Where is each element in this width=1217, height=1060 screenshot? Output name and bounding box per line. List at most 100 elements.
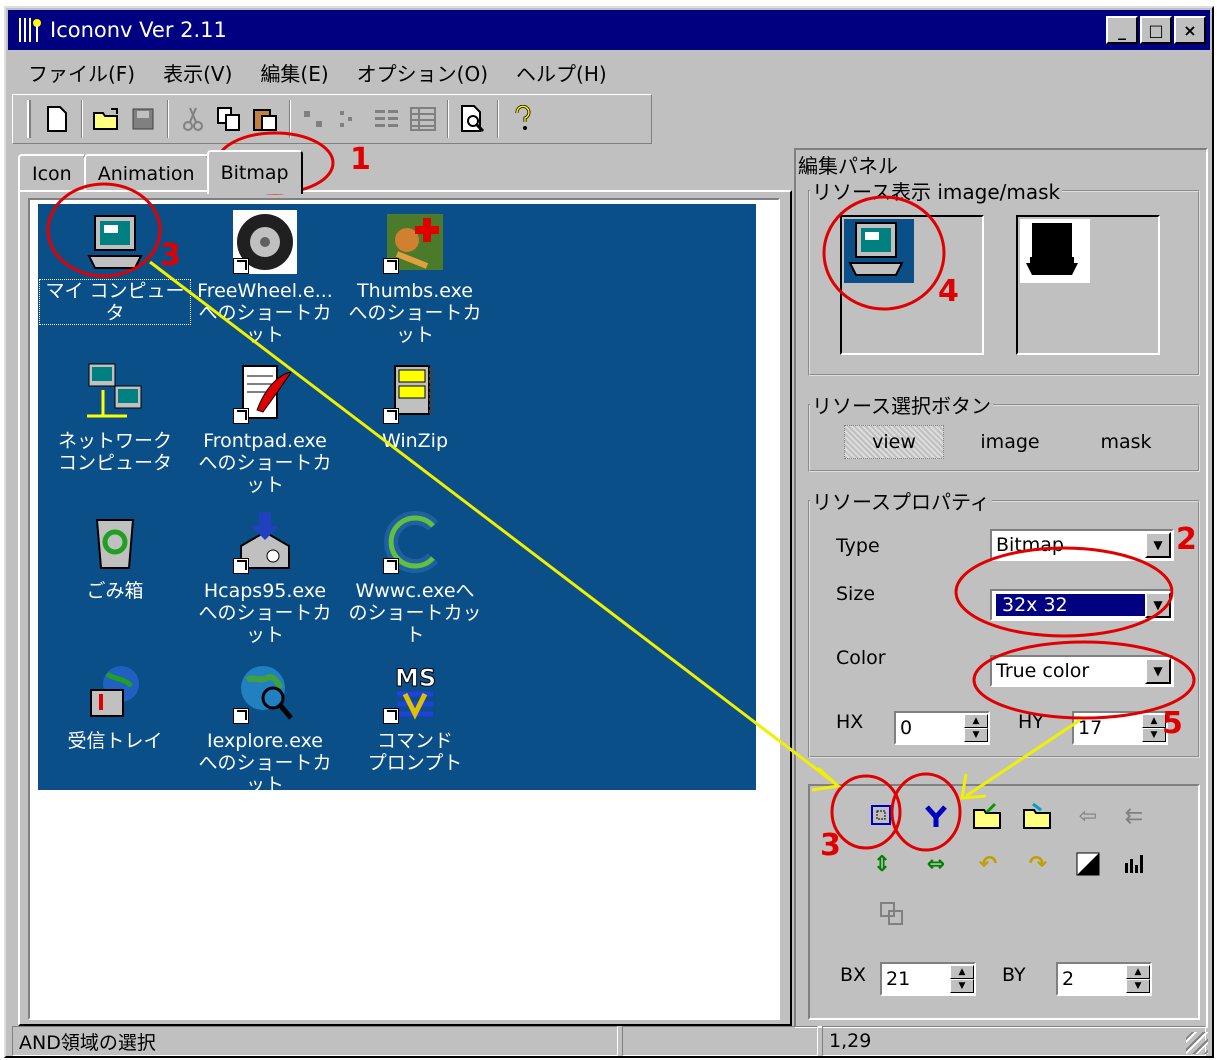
spin-down-icon[interactable]: ▼ xyxy=(950,979,974,993)
mask-silhouette-icon xyxy=(1020,219,1090,283)
hx-label: HX xyxy=(836,711,864,733)
desktop-icon[interactable]: WinZip xyxy=(340,360,490,452)
color-select[interactable]: True color ▼ xyxy=(990,655,1174,687)
spin-up-icon[interactable]: ▲ xyxy=(1126,965,1150,979)
bx-spinner[interactable]: 21 ▲ ▼ xyxy=(880,962,976,996)
menu-view[interactable]: 表示(V) xyxy=(149,58,246,87)
title-bar[interactable]: Icononv Ver 2.11 _ □ × xyxy=(8,10,1210,50)
save-icon[interactable] xyxy=(125,101,161,137)
details-icon[interactable] xyxy=(405,101,441,137)
list-icon[interactable] xyxy=(369,101,405,137)
msdos-icon: MS xyxy=(383,660,447,724)
tools-group: ⇦ ⇇ ⇕ ⇔ ↶ ↷ BX 21 ▲ ▼ BY 2 ▲ ▼ xyxy=(808,784,1200,1020)
annotation-number: 3 xyxy=(820,828,841,863)
rotate-left-icon[interactable]: ↶ xyxy=(970,846,1006,882)
thumbs-icon xyxy=(383,210,447,274)
hx-spinner[interactable]: 0 ▲ ▼ xyxy=(894,711,990,745)
menu-bar: ファイル(F) 表示(V) 編集(E) オプション(O) ヘルプ(H) xyxy=(14,54,621,90)
app-window: Icononv Ver 2.11 _ □ × ファイル(F) 表示(V) 編集(… xyxy=(4,6,1214,1058)
load-image-icon[interactable] xyxy=(970,798,1006,834)
mask-button[interactable]: mask xyxy=(1076,425,1176,459)
winzip-icon xyxy=(383,360,447,424)
histogram-icon[interactable] xyxy=(1116,846,1152,882)
double-arrow-left-icon[interactable]: ⇇ xyxy=(1116,798,1152,834)
desktop-icon[interactable]: 受信トレイ xyxy=(40,660,190,752)
desktop-icon[interactable]: ネットワーク コンピュータ xyxy=(40,360,190,474)
wheel-icon xyxy=(233,210,297,274)
toolbar xyxy=(12,94,652,144)
large-icons-icon[interactable] xyxy=(297,101,333,137)
help-icon[interactable] xyxy=(505,101,541,137)
desktop-icon[interactable]: Frontpad.exe へのショートカット xyxy=(190,360,340,496)
annotation-number: 1 xyxy=(350,142,371,177)
image-preview[interactable] xyxy=(840,215,984,355)
maximize-button[interactable]: □ xyxy=(1140,16,1172,44)
menu-help[interactable]: ヘルプ(H) xyxy=(502,58,621,87)
copy-layer-icon[interactable] xyxy=(874,896,910,932)
tab-page: マイ コンピュータ FreeWheel.e... へのショートカット Thumb… xyxy=(18,190,792,1026)
desktop-capture: マイ コンピュータ FreeWheel.e... へのショートカット Thumb… xyxy=(38,204,756,796)
desktop-icon[interactable]: MS コマンド プロンプト xyxy=(340,660,490,775)
by-spinner[interactable]: 2 ▲ ▼ xyxy=(1056,962,1152,996)
flip-horizontal-icon[interactable]: ⇔ xyxy=(918,846,954,882)
open-folder-icon[interactable] xyxy=(89,101,125,137)
new-file-icon[interactable] xyxy=(39,101,75,137)
edit-panel-title: 編集パネル xyxy=(798,154,898,178)
desktop-icon[interactable]: Iexplore.exe へのショートカット xyxy=(190,660,340,796)
arrow-left-icon[interactable]: ⇦ xyxy=(1070,798,1106,834)
invert-icon[interactable] xyxy=(1070,846,1106,882)
menu-edit[interactable]: 編集(E) xyxy=(246,58,342,87)
toolbar-grip[interactable] xyxy=(27,100,31,138)
close-button[interactable]: × xyxy=(1174,16,1206,44)
fork-app-icon[interactable] xyxy=(14,15,44,45)
chevron-down-icon[interactable]: ▼ xyxy=(1145,658,1171,684)
spin-up-icon[interactable]: ▲ xyxy=(950,965,974,979)
icon-list-view[interactable]: マイ コンピュータ FreeWheel.e... へのショートカット Thumb… xyxy=(28,198,780,1020)
fill-icon[interactable] xyxy=(918,798,954,834)
select-area-icon[interactable] xyxy=(864,798,900,834)
desktop-icon[interactable]: FreeWheel.e... へのショートカット xyxy=(190,210,340,346)
status-message: AND領域の選択 xyxy=(12,1026,618,1056)
color-label: Color xyxy=(836,647,886,669)
resource-view-group: リソース表示 image/mask xyxy=(808,176,1200,376)
small-icons-icon[interactable] xyxy=(333,101,369,137)
flip-vertical-icon[interactable]: ⇕ xyxy=(864,846,900,882)
chevron-down-icon[interactable]: ▼ xyxy=(1145,592,1171,618)
tab-bitmap[interactable]: Bitmap xyxy=(206,150,303,194)
tab-animation[interactable]: Animation xyxy=(83,154,209,192)
size-select[interactable]: 32x 32 ▼ xyxy=(990,589,1174,621)
cut-icon[interactable] xyxy=(175,101,211,137)
image-button[interactable]: image xyxy=(960,425,1060,459)
hy-spinner[interactable]: 17 ▲ ▼ xyxy=(1072,711,1168,745)
resize-grip[interactable] xyxy=(1186,1032,1208,1054)
tab-icon[interactable]: Icon xyxy=(18,154,86,192)
menu-options[interactable]: オプション(O) xyxy=(343,58,502,87)
chevron-down-icon[interactable]: ▼ xyxy=(1145,532,1171,558)
status-bar: AND領域の選択 1,29 xyxy=(12,1026,1210,1056)
spin-down-icon[interactable]: ▼ xyxy=(1126,979,1150,993)
type-select[interactable]: Bitmap ▼ xyxy=(990,529,1174,561)
frontpad-icon xyxy=(233,360,297,424)
desktop-icon[interactable]: ごみ箱 xyxy=(40,510,190,602)
resource-select-group: リソース選択ボタン view image mask xyxy=(808,390,1200,472)
annotation-number: 5 xyxy=(1162,706,1183,741)
menu-file[interactable]: ファイル(F) xyxy=(14,58,149,87)
rotate-right-icon[interactable]: ↷ xyxy=(1020,846,1056,882)
view-button[interactable]: view xyxy=(844,425,944,459)
mask-preview[interactable] xyxy=(1016,215,1160,355)
minimize-button[interactable]: _ xyxy=(1106,16,1138,44)
my-computer-icon xyxy=(83,210,147,274)
resource-properties-group: リソースプロパティ Type Bitmap ▼ Size 32x 32 ▼ Co… xyxy=(808,486,1200,758)
spin-up-icon[interactable]: ▲ xyxy=(964,714,988,728)
save-image-icon[interactable] xyxy=(1020,798,1056,834)
spin-down-icon[interactable]: ▼ xyxy=(964,728,988,742)
print-preview-icon[interactable] xyxy=(455,101,491,137)
annotation-number: 4 xyxy=(938,274,959,309)
desktop-icon[interactable]: Wwwc.exeへ のショートカット xyxy=(340,510,490,646)
desktop-icon[interactable]: Hcaps95.exe へのショートカット xyxy=(190,510,340,646)
desktop-icon[interactable]: Thumbs.exe へのショートカット xyxy=(340,210,490,346)
my-computer-icon xyxy=(844,219,914,283)
copy-icon[interactable] xyxy=(211,101,247,137)
paste-icon[interactable] xyxy=(247,101,283,137)
type-label: Type xyxy=(836,535,880,557)
